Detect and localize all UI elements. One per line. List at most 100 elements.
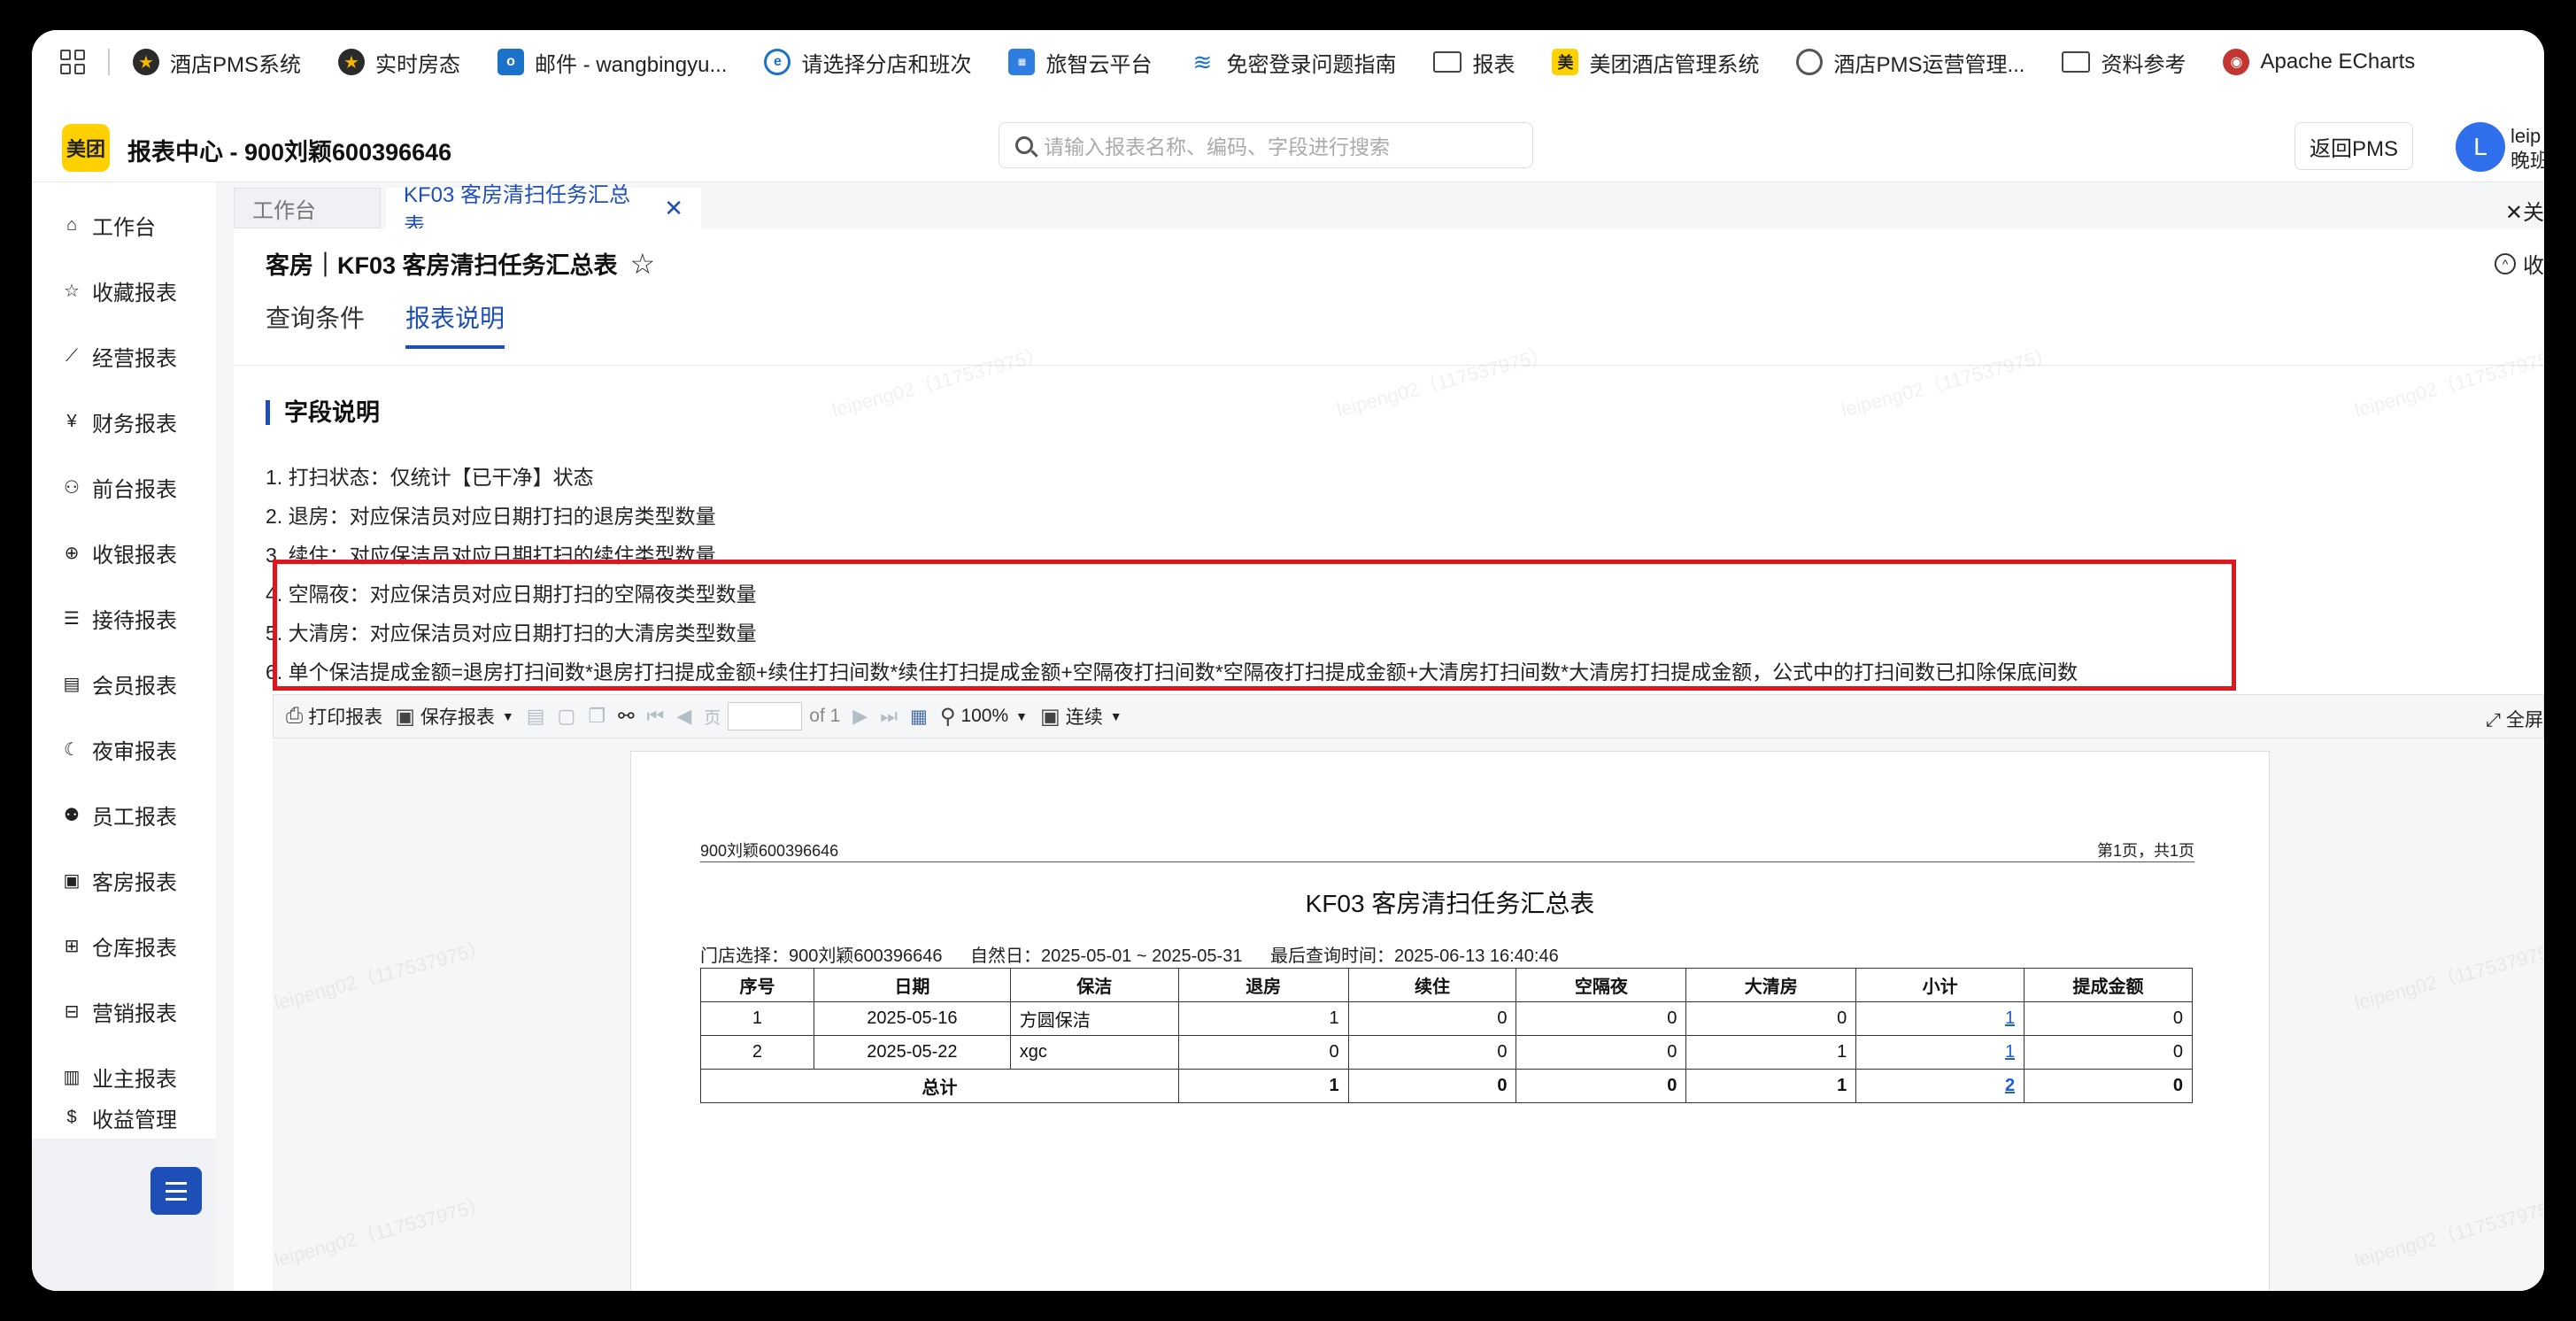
app-header: 美团 报表中心 - 900刘颖600396646 请输入报表名称、编码、字段进行…: [32, 94, 2544, 182]
prev-page-icon[interactable]: ◀: [676, 705, 691, 728]
printer-icon: ⎙: [286, 704, 304, 728]
zoom-select[interactable]: ⚲ 100% ▼: [940, 704, 1028, 730]
bookmark-item[interactable]: ▦ 旅智云平台: [1008, 47, 1152, 78]
total-vacant: 0: [1516, 1069, 1687, 1103]
bookmark-item[interactable]: ★ 实时房态: [338, 47, 460, 78]
edge-icon: e: [764, 49, 791, 75]
cell-stay: 0: [1347, 1001, 1517, 1036]
subtotal-link[interactable]: 1: [2005, 1008, 2015, 1028]
bookmark-item[interactable]: ★ 酒店PMS系统: [133, 47, 301, 78]
chevron-down-icon: ▼: [1109, 709, 1122, 723]
sidebar-item-front-desk[interactable]: ⚇ 前台报表: [62, 469, 177, 505]
bookmark-item[interactable]: 报表: [1433, 47, 1515, 78]
outlook-icon: o: [497, 49, 525, 75]
report-title: KF03 客房清扫任务汇总表: [1305, 890, 1595, 917]
sidebar-item-night-audit[interactable]: ☾ 夜审报表: [62, 731, 177, 767]
field-description: 1. 打扫状态：仅统计【已干净】状态: [266, 466, 594, 489]
bookmarks-separator: [108, 49, 110, 75]
section-title: 字段说明: [266, 400, 380, 425]
sidebar-item-finance[interactable]: ¥ 财务报表: [62, 404, 177, 439]
sidebar-item-room[interactable]: ▣ 客房报表: [62, 862, 177, 898]
save-button[interactable]: ▣ 保存报表 ▼: [395, 703, 514, 730]
bookmark-label: 实时房态: [375, 52, 461, 77]
copy-icon[interactable]: ❐: [588, 705, 605, 728]
column-header: 保洁: [1009, 968, 1179, 1002]
user-icon: ⚇: [64, 477, 80, 498]
list-icon: ☰: [64, 608, 80, 629]
fullscreen-button[interactable]: ⤢ 全屏: [2486, 706, 2543, 732]
bookmark-item[interactable]: 酒店PMS运营管理...: [1796, 47, 2025, 78]
column-header: 日期: [813, 968, 1011, 1002]
sidebar-item-marketing[interactable]: ⊟ 营销报表: [62, 993, 177, 1029]
total-subtotal: 2: [1855, 1069, 2025, 1103]
table-header-row: 序号 日期 保洁 退房 续住 空隔夜 大清房 小计 提成金额: [700, 968, 2193, 1002]
sidebar-item-owner[interactable]: ▥ 业主报表: [62, 1059, 177, 1094]
find-icon[interactable]: ⚯: [618, 705, 634, 728]
moon-icon: ☾: [64, 739, 80, 760]
apps-grid-icon[interactable]: [60, 50, 85, 74]
cell-checkout: 1: [1177, 1001, 1349, 1036]
sidebar-collapse-button[interactable]: [150, 1167, 202, 1215]
sidebar-item-cashier[interactable]: ⊕ 收银报表: [62, 535, 177, 570]
sidebar-item-workbench[interactable]: ⌂ 工作台: [62, 207, 156, 243]
column-header: 提成金额: [2024, 968, 2193, 1002]
sidebar-item-favorites[interactable]: ☆ 收藏报表: [62, 273, 177, 308]
sidebar-item-member[interactable]: ▤ 会员报表: [62, 666, 177, 701]
folder-icon: [1433, 51, 1462, 73]
clipboard-icon[interactable]: ▢: [558, 705, 576, 728]
sidebar-item-revenue[interactable]: $ 收益管理: [62, 1100, 177, 1135]
print-button[interactable]: ⎙ 打印报表: [286, 703, 382, 730]
bookmark-label: Apache ECharts: [2260, 50, 2416, 73]
back-to-pms-button[interactable]: 返回PMS: [2294, 122, 2413, 170]
column-header: 小计: [1855, 968, 2025, 1002]
close-all-tabs-button[interactable]: ✕关: [2505, 195, 2544, 226]
page-number-input[interactable]: [728, 702, 803, 730]
bookmark-item[interactable]: o 邮件 - wangbingyu...: [497, 47, 727, 78]
tab-workbench[interactable]: 工作台: [234, 188, 381, 228]
view-mode-select[interactable]: ▣ 连续 ▼: [1040, 703, 1122, 730]
first-page-icon[interactable]: ⏮: [647, 705, 665, 728]
bookmark-item[interactable]: 美美团酒店管理系统: [1552, 47, 1759, 78]
bookmark-label: 酒店PMS系统: [170, 52, 302, 77]
collapse-toggle[interactable]: ^ 收: [2495, 248, 2544, 279]
sidebar-item-reception[interactable]: ☰ 接待报表: [62, 600, 177, 636]
last-page-icon[interactable]: ⏭: [880, 705, 898, 728]
bookmark-item[interactable]: ◉ Apache ECharts: [2223, 49, 2415, 75]
cell-cleaner: 方圆保洁: [1009, 1001, 1179, 1036]
subtotal-link[interactable]: 1: [2005, 1042, 2015, 1062]
bookmark-item[interactable]: 资料参考: [2062, 47, 2186, 78]
bookmark-item[interactable]: e 请选择分店和班次: [764, 47, 971, 78]
bookmark-item[interactable]: ≋ 免密登录问题指南: [1189, 47, 1397, 78]
star-icon: ☆: [64, 281, 80, 301]
export-icon[interactable]: ▤: [527, 705, 545, 728]
user-shift: 晚班: [2510, 150, 2544, 172]
tab-kf03[interactable]: KF03 客房清扫任务汇总表 ✕: [386, 183, 701, 238]
user-info[interactable]: leip 晚班: [2510, 124, 2544, 174]
save-label: 保存报表: [420, 707, 495, 728]
tab-query-conditions[interactable]: 查询条件: [266, 299, 365, 349]
owner-icon: ▥: [63, 1067, 81, 1087]
next-page-icon[interactable]: ▶: [852, 705, 868, 728]
cell-deep-clean: 0: [1685, 1001, 1857, 1036]
chevron-up-icon: ^: [2495, 252, 2516, 274]
bookmarks-bar: ★ 酒店PMS系统 ★ 实时房态 o 邮件 - wangbingyu... e 请选择分…: [32, 30, 2544, 94]
sidebar-item-label: 前台报表: [92, 477, 177, 502]
echarts-icon: ◉: [2223, 49, 2250, 75]
sidebar-item-staff[interactable]: ⚉ 员工报表: [62, 797, 177, 832]
cell-index: 1: [700, 1001, 814, 1036]
avatar[interactable]: L: [2456, 122, 2505, 172]
sidebar-item-label: 经营报表: [92, 346, 177, 371]
fit-page-icon[interactable]: ▦: [910, 706, 928, 728]
sidebar-item-business[interactable]: ⟋ 经营报表: [62, 338, 177, 374]
favorite-star-icon[interactable]: ☆: [630, 247, 656, 281]
sidebar-item-warehouse[interactable]: ⊞ 仓库报表: [62, 928, 177, 963]
tab-report-description[interactable]: 报表说明: [405, 299, 505, 349]
total-subtotal-link[interactable]: 2: [2005, 1076, 2015, 1095]
warehouse-icon: ⊞: [64, 936, 80, 956]
folder-icon: [2062, 51, 2091, 73]
star-badge-icon: ★: [338, 49, 366, 75]
close-icon[interactable]: ✕: [664, 195, 683, 222]
close-icon: ✕: [2504, 201, 2523, 225]
bookmark-label: 免密登录问题指南: [1226, 52, 1397, 77]
search-input[interactable]: 请输入报表名称、编码、字段进行搜索: [999, 122, 1533, 168]
